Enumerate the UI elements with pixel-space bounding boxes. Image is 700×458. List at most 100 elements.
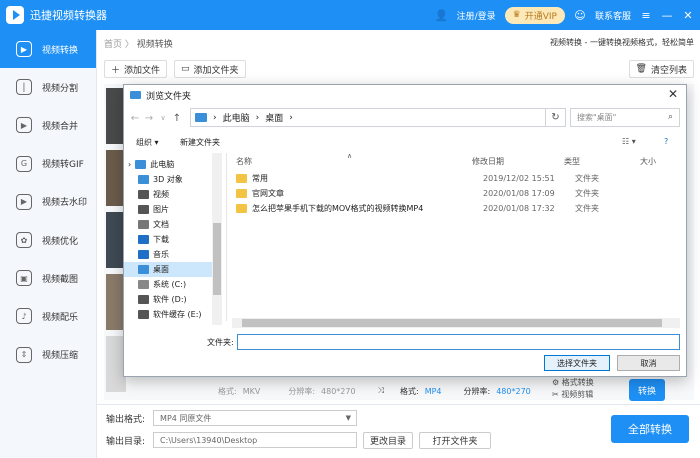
login-link[interactable]: 注册/登录 (457, 9, 496, 22)
nav-item-label: 图片 (153, 205, 169, 214)
address-bar[interactable]: › 此电脑 › 桌面 › (190, 108, 546, 127)
nav-item-icon (138, 205, 149, 214)
sidebar-item-4[interactable]: ▶ 视频去水印 (0, 183, 96, 221)
support-icon[interactable]: ☺ (574, 9, 586, 22)
close-icon[interactable]: ✕ (682, 9, 694, 22)
view-options-icon[interactable]: ☷ ▾ (622, 137, 636, 146)
add-file-label: 添加文件 (124, 65, 161, 76)
chevron-down-icon[interactable]: ∨ (156, 114, 170, 122)
file-scrollbar-thumb[interactable] (242, 319, 662, 327)
forward-arrow-icon[interactable]: → (142, 113, 156, 124)
file-pane: 名称 ∧ 修改日期 类型 大小 常用 2019/12/02 15:51 文件夹 官网文… (230, 152, 686, 325)
sidebar-item-label: 视频配乐 (42, 312, 79, 323)
format-settings[interactable]: ⚙ 格式转换 ✂ 视频剪辑 (552, 377, 594, 401)
organize-button[interactable]: 组织 ▾ (136, 137, 159, 148)
column-type[interactable]: 类型 (564, 156, 580, 167)
sidebar-item-3[interactable]: G 视频转GIF (0, 145, 96, 183)
page-hint: 视频转换 - 一键转换视频格式，轻松简单 (550, 38, 694, 47)
sidebar-item-6[interactable]: ▣ 视频截图 (0, 259, 96, 297)
nav-item[interactable]: 图片 (124, 202, 212, 217)
menu-icon[interactable]: ≡ (640, 9, 652, 22)
up-arrow-icon[interactable]: ↑ (170, 113, 184, 124)
dst-format-value[interactable]: MP4 (425, 387, 442, 396)
nav-item-icon (135, 160, 147, 169)
chevron-right-icon: › (213, 112, 217, 123)
column-size[interactable]: 大小 (640, 156, 656, 167)
refresh-icon[interactable]: ↻ (546, 108, 566, 127)
dialog-command-bar: 组织 ▾ 新建文件夹 ☷ ▾ ? (124, 133, 686, 153)
sidebar-item-1[interactable]: ⎮ 视频分割 (0, 68, 96, 106)
dialog-title-bar: 浏览文件夹 ✕ (124, 85, 686, 105)
plus-icon: ＋ (111, 65, 121, 76)
nav-item[interactable]: 系统 (C:) (124, 277, 212, 292)
nav-item[interactable]: 3D 对象 (124, 172, 212, 187)
output-format-select[interactable]: MP4 同原文件 ▼ (153, 410, 358, 426)
nav-item[interactable]: 文档 (124, 217, 212, 232)
screenshot-icon: ▣ (16, 270, 32, 287)
nav-item[interactable]: 软件缓存 (E:) (124, 307, 212, 322)
nav-item-label: 软件 (D:) (153, 295, 187, 304)
column-name[interactable]: 名称 (236, 156, 252, 167)
help-icon[interactable]: ? (664, 137, 668, 146)
output-dir-field[interactable]: C:\Users\13940\Desktop (153, 432, 358, 448)
clear-list-button[interactable]: 🗑 清空列表 (628, 60, 694, 78)
file-scrollbar[interactable] (232, 318, 680, 328)
file-meta-row: 格式: MKV 分辨率: 480*270 ⤨ 格式: MP4 分辨率: 480*… (104, 383, 694, 399)
output-dir-value: C:\Users\13940\Desktop (160, 435, 258, 445)
nav-item[interactable]: › 此电脑 (124, 157, 212, 172)
folder-icon: ▭ (181, 64, 190, 74)
file-row[interactable]: 常用 2019/12/02 15:51 文件夹 (230, 171, 670, 185)
select-folder-button[interactable]: 选择文件夹 (544, 355, 610, 371)
toolbar: ＋添加文件 ▭ 添加文件夹 🗑 清空列表 (104, 60, 694, 78)
nav-item[interactable]: 桌面 (124, 262, 212, 277)
navigation-pane: › 此电脑 3D 对象 视频图片文档 下载 音乐 桌面 系统 (C:) 软件 (D:) 软件缓存 … (124, 153, 224, 325)
nav-item[interactable]: 软件 (D:) (124, 292, 212, 307)
dialog-title: 浏览文件夹 (146, 91, 192, 102)
open-folder-button[interactable]: 打开文件夹 (419, 432, 491, 449)
cancel-button[interactable]: 取消 (617, 355, 680, 371)
file-row[interactable]: 怎么把苹果手机下载的MOV格式的视频转换MP4 2020/01/08 17:32 文… (230, 201, 670, 215)
nav-item[interactable]: 下载 (124, 232, 212, 247)
convert-icon: ▶ (16, 41, 32, 58)
sidebar-item-label: 视频转换 (42, 45, 79, 56)
file-row[interactable]: 官网文章 2020/01/08 17:09 文件夹 (230, 186, 670, 200)
sidebar-item-7[interactable]: ♪ 视频配乐 (0, 297, 96, 335)
add-folder-button[interactable]: ▭ 添加文件夹 (174, 60, 246, 78)
minimize-icon[interactable]: — (661, 9, 673, 22)
sidebar-item-0[interactable]: ▶ 视频转换 (0, 30, 96, 69)
breadcrumb-home[interactable]: 首页 (104, 40, 122, 50)
user-icon[interactable]: 👤 (435, 9, 449, 22)
nav-item-label: 此电脑 (150, 160, 175, 169)
close-icon[interactable]: ✕ (668, 87, 678, 101)
output-dir-label: 输出目录: (106, 436, 146, 447)
search-input[interactable]: 搜索"桌面" ⌕ (570, 108, 680, 127)
address-segment-pc[interactable]: 此电脑 (223, 111, 250, 124)
sidebar-item-2[interactable]: ▶ 视频合并 (0, 106, 96, 144)
folder-field[interactable] (237, 334, 680, 350)
sidebar-item-5[interactable]: ✿ 视频优化 (0, 221, 96, 259)
chevron-down-icon[interactable]: › (128, 160, 131, 169)
column-modified[interactable]: 修改日期 (472, 156, 504, 167)
address-segment-desktop[interactable]: 桌面 (265, 111, 283, 124)
new-folder-button[interactable]: 新建文件夹 (180, 137, 220, 148)
change-dir-button[interactable]: 更改目录 (363, 432, 413, 449)
add-file-button[interactable]: ＋添加文件 (104, 60, 168, 78)
convert-button[interactable]: 转换 (629, 379, 665, 401)
nav-scrollbar[interactable] (212, 153, 222, 325)
dst-res-value[interactable]: 480*270 (496, 387, 531, 396)
nav-scrollbar-thumb[interactable] (213, 223, 221, 295)
dst-res-label: 分辨率: (463, 386, 491, 396)
output-dir-row: 输出目录: C:\Users\13940\Desktop (106, 432, 358, 448)
back-arrow-icon[interactable]: ← (128, 113, 142, 124)
nav-item-icon (138, 235, 149, 244)
file-type: 文件夹 (575, 173, 599, 183)
convert-all-button[interactable]: 全部转换 (611, 415, 689, 443)
vip-button[interactable]: ♛ 开通VIP (504, 6, 565, 24)
search-placeholder: 搜索"桌面" (577, 113, 617, 122)
nav-item[interactable]: 音乐 (124, 247, 212, 262)
file-name: 常用 (252, 173, 268, 183)
support-link[interactable]: 联系客服 (595, 9, 631, 22)
nav-item[interactable]: 视频 (124, 187, 212, 202)
sidebar-item-8[interactable]: ⇕ 视频压缩 (0, 336, 96, 374)
video-crop-label[interactable]: 视频剪辑 (561, 390, 593, 399)
